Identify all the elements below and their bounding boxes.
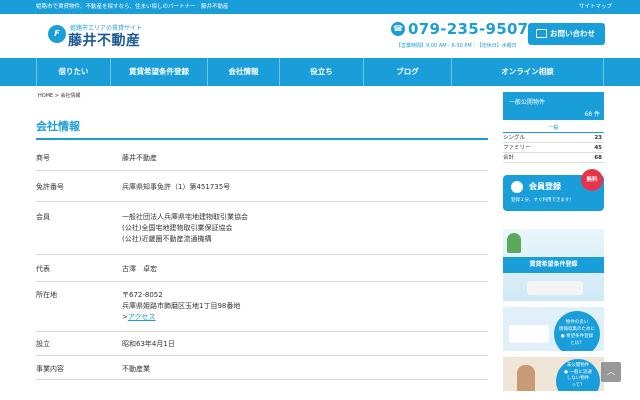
nav-item-rent[interactable]: 借りたい — [36, 58, 111, 86]
banner-text: 物件の良い — [565, 320, 589, 325]
member-assoc-1: 一般社団法人兵庫県宅地建物取引業協会 — [122, 212, 248, 221]
nav-item-online[interactable]: オンライン相談 — [452, 58, 604, 86]
row-value: 一般社団法人兵庫県宅地建物取引業協会 (公社)全国宅地建物取引業保証協会 (公社… — [122, 201, 488, 255]
banner-text: って？ — [571, 382, 585, 388]
row-key: 代表 — [36, 254, 122, 282]
table-row: 事業内容 不動産業 — [36, 355, 488, 380]
row-value: 不動産業 — [122, 355, 488, 380]
top-bar: 姫路市で賃貸物件、不動産を探すなら、住まい探しのパートナー 藤井不動産 サイトマ… — [0, 0, 640, 14]
listing-count-title: 一般公開物件 — [509, 99, 546, 106]
row-key: 会員 — [36, 201, 122, 255]
stat-label: シングル — [503, 135, 526, 141]
row-key: 免許番号 — [36, 170, 122, 202]
member-register-subtitle: 登録１分、すぐ利用できます！ — [511, 198, 574, 203]
sitemap-link[interactable]: サイトマップ — [579, 0, 612, 14]
page-title: 会社情報 — [36, 118, 488, 140]
member-register-title: 会員登録 — [529, 182, 561, 191]
table-row: 商号 藤井不動産 — [36, 144, 488, 171]
table-row: 会員 一般社団法人兵庫県宅地建物取引業協会 (公社)全国宅地建物取引業保証協会 … — [36, 201, 488, 255]
conditions-info-banner[interactable]: 物件の良い 情報収集のために ● 希望条件登録 とは？ — [503, 307, 604, 351]
stat-label: 合計 — [503, 155, 515, 161]
breadcrumb: HOME > 会社情報 — [38, 93, 81, 99]
row-key: 事業内容 — [36, 355, 122, 380]
main-nav: 借りたい 賃貸希望条件登録 会社情報 役立ち ブログ オンライン相談 — [0, 58, 640, 86]
stat-count: 45 — [594, 145, 602, 151]
row-value: 〒672-8052 兵庫県姫路市飾磨区玉地1丁目98番地 >アクセス — [122, 281, 488, 332]
stat-row[interactable]: シングル 23 — [503, 133, 604, 143]
unlisted-property-circle: 未公開物件 ● 一般に流通 しない物件 って？ — [556, 359, 600, 391]
banner-text: とは？ — [570, 341, 584, 346]
row-value: 藤井不動産 — [122, 144, 488, 171]
postal-code: 〒672-8052 — [122, 290, 163, 299]
row-value: 古澤 卓宏 — [122, 254, 488, 282]
mail-icon — [536, 29, 547, 38]
contact-button[interactable]: お問い合わせ — [528, 23, 605, 45]
row-key: 設立 — [36, 331, 122, 356]
user-icon — [511, 181, 523, 193]
row-value: 兵庫県知事免許（1）第451735号 — [122, 170, 488, 202]
site-header: F 姫路市エリアの賃貸サイト 藤井不動産 ☎ 079-235-9507 【営業時… — [0, 14, 640, 58]
conditions-info-circle: 物件の良い 情報収集のために ● 希望条件登録 とは？ — [554, 311, 600, 351]
member-assoc-3: (公社)近畿圏不動産流通機構 — [122, 234, 212, 243]
table-row: 代表 古澤 卓宏 — [36, 254, 488, 282]
conditions-register-banner[interactable]: 賃貸希望条件登録 — [503, 229, 604, 301]
person-image — [517, 365, 535, 391]
banner-text: ● 希望条件登録 — [560, 334, 594, 339]
plant-image — [507, 233, 521, 253]
listing-count-box[interactable]: 一般公開物件 68 件 — [503, 92, 604, 120]
nav-item-company[interactable]: 会社情報 — [208, 58, 280, 86]
logo-icon[interactable]: F — [48, 25, 66, 43]
listing-count-total: 68 件 — [584, 111, 600, 118]
row-key: 所在地 — [36, 281, 122, 332]
nav-item-useful[interactable]: 役立ち — [280, 58, 364, 86]
unlisted-property-banner[interactable]: 未公開物件 ● 一般に流通 しない物件 って？ — [503, 357, 604, 391]
stat-label: ファミリー — [503, 145, 531, 151]
member-assoc-2: (公社)全国宅地建物取引業保証協会 — [122, 223, 233, 232]
stat-count: 68 — [594, 155, 602, 161]
stat-row[interactable]: ファミリー 45 — [503, 143, 604, 153]
logo-name[interactable]: 藤井不動産 — [68, 30, 141, 50]
access-link[interactable]: アクセス — [128, 313, 156, 321]
conditions-register-banner-label: 賃貸希望条件登録 — [503, 257, 604, 273]
address: 兵庫県姫路市飾磨区玉地1丁目98番地 — [122, 301, 241, 310]
company-info-table: 商号 藤井不動産 免許番号 兵庫県知事免許（1）第451735号 会員 一般社団… — [36, 144, 488, 380]
sofa-image — [527, 281, 583, 295]
scroll-to-top-button[interactable]: ︿ — [601, 362, 621, 382]
table-row: 設立 昭和63年4月1日 — [36, 331, 488, 356]
room-image — [509, 325, 549, 343]
member-register-button[interactable]: 会員登録 登録１分、すぐ利用できます！ 無料 — [503, 169, 604, 211]
row-key: 商号 — [36, 144, 122, 171]
access-line: >アクセス — [122, 312, 488, 323]
business-hours: 【営業時間】9:00 AM - 6:30 PM｜【定休日】水曜日 — [396, 43, 517, 49]
nav-item-conditions[interactable]: 賃貸希望条件登録 — [111, 58, 208, 86]
free-badge: 無料 — [581, 169, 603, 191]
contact-button-label: お問い合わせ — [550, 29, 595, 38]
table-row: 所在地 〒672-8052 兵庫県姫路市飾磨区玉地1丁目98番地 >アクセス — [36, 281, 488, 332]
nav-item-blog[interactable]: ブログ — [364, 58, 452, 86]
phone-icon: ☎ — [391, 22, 405, 36]
sidebar: 一般公開物件 68 件 一般 シングル 23 ファミリー 45 合計 68 会員… — [503, 92, 604, 391]
site-tagline: 姫路市で賃貸物件、不動産を探すなら、住まい探しのパートナー 藤井不動産 — [36, 4, 229, 10]
table-row: 免許番号 兵庫県知事免許（1）第451735号 — [36, 170, 488, 202]
stat-row: 合計 68 — [503, 153, 604, 163]
row-value: 昭和63年4月1日 — [122, 331, 488, 356]
general-label: 一般 — [503, 124, 604, 133]
banner-text: 情報収集のために — [559, 327, 595, 332]
phone-number[interactable]: 079-235-9507 — [408, 20, 528, 38]
main-content: 会社情報 商号 藤井不動産 免許番号 兵庫県知事免許（1）第451735号 会員… — [36, 118, 488, 380]
stat-count: 23 — [594, 135, 602, 141]
